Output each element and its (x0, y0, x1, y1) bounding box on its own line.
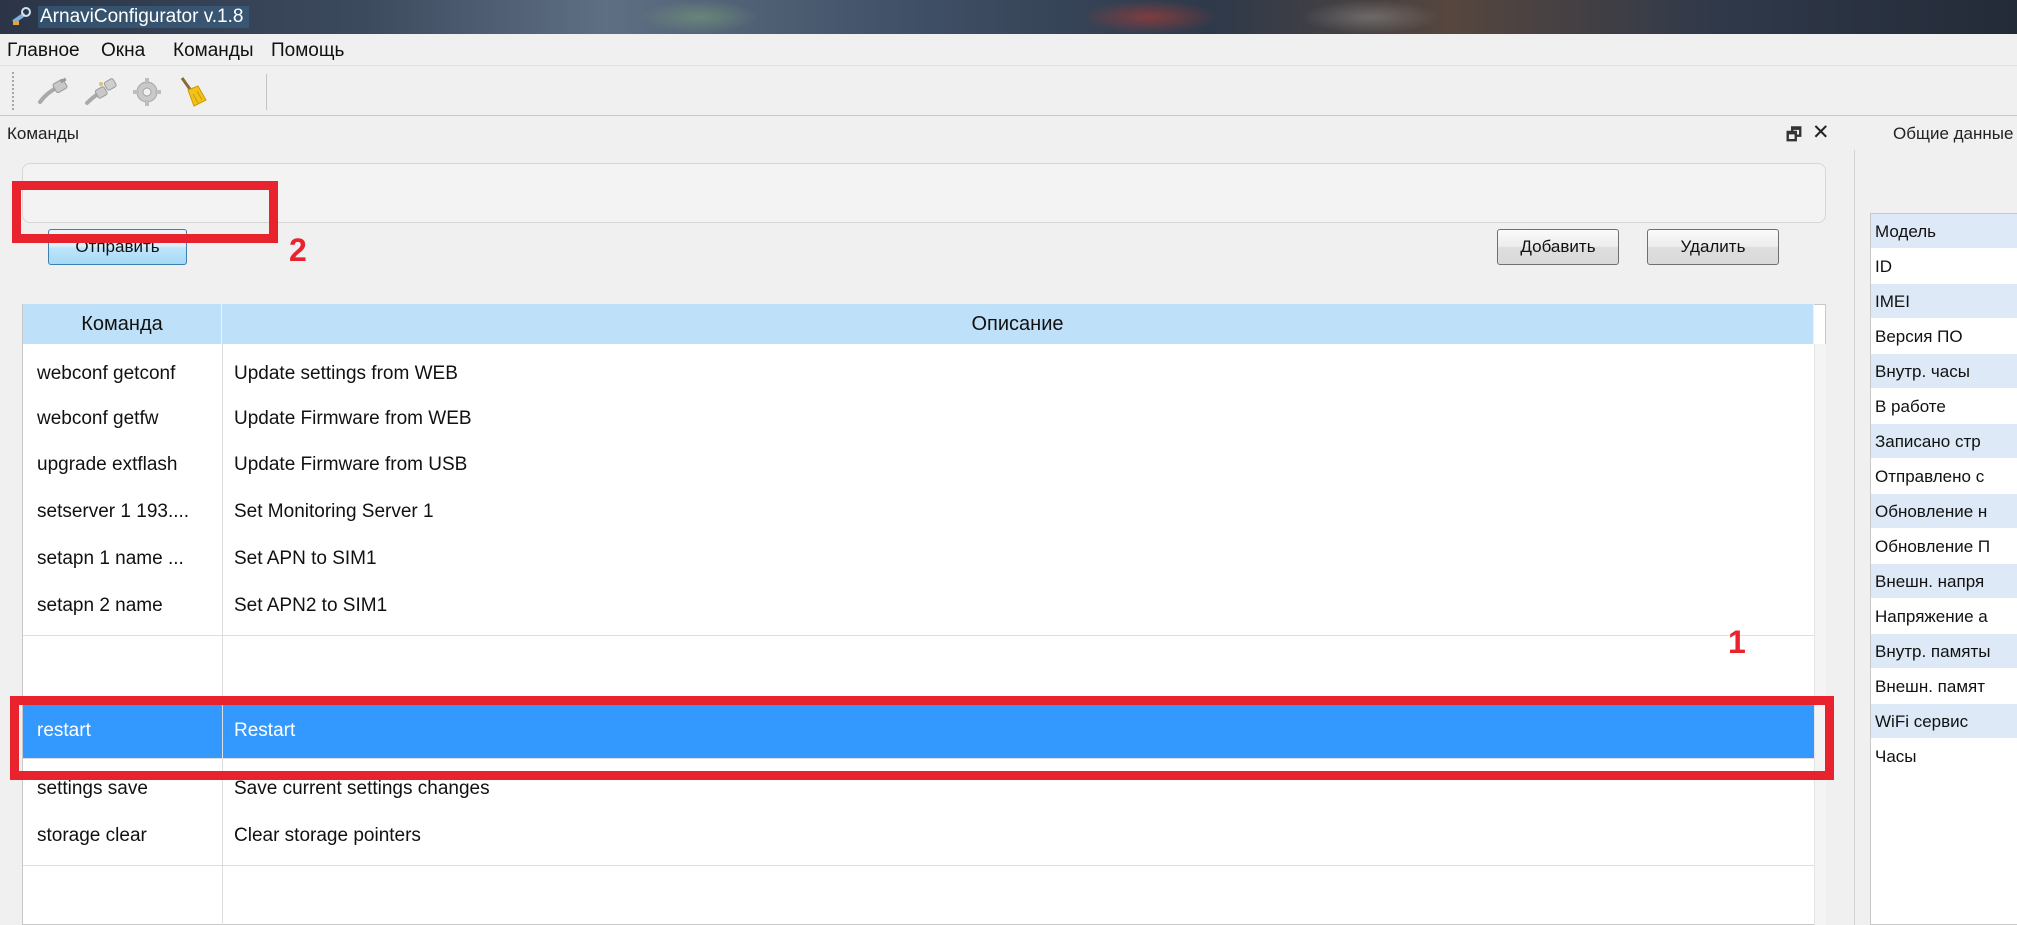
toolbar (0, 66, 2017, 116)
dock-float-icon[interactable]: 🗗 (1786, 122, 1804, 144)
settings-gear-icon[interactable] (130, 76, 164, 108)
title-bar-background (1300, 0, 1440, 34)
toolbar-grip[interactable] (12, 72, 16, 110)
menu-bar: Главное Окна Команды Помощь (0, 34, 2017, 66)
commands-dock-header: Команды 🗗 ✕ (0, 116, 1890, 150)
description-cell: Clear storage pointers (234, 825, 421, 846)
annotation-label-1: 1 (1728, 624, 1746, 660)
app-wrench-icon (10, 7, 32, 27)
add-button[interactable]: Добавить (1497, 229, 1619, 265)
annotation-label-2: 2 (289, 232, 307, 268)
general-row-label: Внутр. памяты (1871, 634, 2017, 669)
title-bar-background (640, 0, 760, 34)
table-row[interactable]: setapn 2 name Set APN2 to SIM1 (23, 576, 1814, 636)
column-header-description[interactable]: Описание (222, 304, 1814, 344)
command-cell: storage clear (37, 825, 147, 846)
commands-button-group (22, 163, 1826, 223)
general-dock-title: Общие данные (1893, 124, 2014, 143)
column-header-command[interactable]: Команда (23, 304, 222, 344)
connect-cable-icon[interactable] (36, 76, 70, 108)
broom-clear-icon[interactable] (176, 76, 210, 108)
commands-dock-title: Команды (7, 124, 80, 143)
annotation-box-2 (12, 181, 278, 243)
description-cell: Set APN2 to SIM1 (234, 595, 388, 616)
general-row-label: Внутр. часы (1871, 354, 2017, 389)
general-row-label: Часы (1871, 739, 2017, 774)
annotation-box-1 (10, 696, 1834, 780)
delete-button[interactable]: Удалить (1647, 229, 1779, 265)
disconnect-cable-icon[interactable] (84, 76, 118, 108)
general-row-label: Внешн. напря (1871, 564, 2017, 599)
general-row-label: ID (1871, 249, 2017, 284)
general-row-label: IMEI (1871, 284, 2017, 319)
column-divider (222, 344, 223, 925)
title-bar-background (1080, 0, 1220, 34)
table-scrollbar[interactable] (1814, 344, 1826, 925)
general-row-label: Модель (1871, 214, 2017, 249)
general-row-label: Внешн. памят (1871, 669, 2017, 704)
dock-close-icon[interactable]: ✕ (1812, 120, 1832, 144)
general-row-label: WiFi сервис (1871, 704, 2017, 739)
title-bar[interactable] (0, 0, 2017, 34)
general-row-label: Версия ПО (1871, 319, 2017, 354)
toolbar-separator (266, 74, 267, 110)
general-row-label: Обновление П (1871, 529, 2017, 564)
table-row[interactable]: storage clear Clear storage pointers (23, 806, 1814, 866)
menu-windows[interactable]: Окна (101, 40, 145, 62)
menu-help[interactable]: Помощь (271, 40, 344, 62)
menu-main[interactable]: Главное (7, 40, 80, 62)
general-row-label: Напряжение а (1871, 599, 2017, 634)
general-row-label: В работе (1871, 389, 2017, 424)
command-cell: setapn 2 name (37, 595, 163, 616)
general-row-label: Обновление н (1871, 494, 2017, 529)
window-title: ArnaviConfigurator v.1.8 (38, 6, 250, 28)
menu-commands[interactable]: Команды (173, 40, 254, 62)
general-row-label: Отправлено с (1871, 459, 2017, 494)
general-row-label: Записано стр (1871, 424, 2017, 459)
